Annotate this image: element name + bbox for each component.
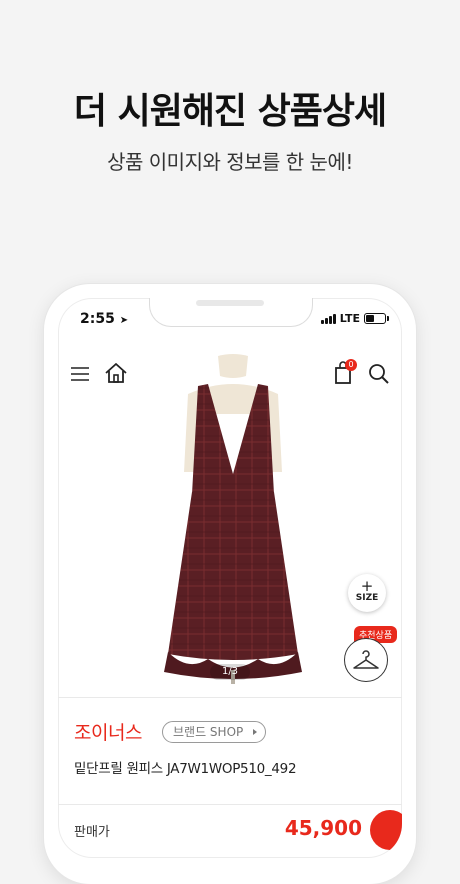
divider (58, 697, 402, 698)
phone-speaker (196, 300, 264, 306)
recommend-button[interactable] (344, 638, 388, 682)
location-arrow-icon: ➤ (119, 315, 129, 326)
status-time-text: 2:55 (80, 311, 115, 327)
price-label: 판매가 (74, 825, 110, 840)
network-label: LTE (339, 312, 360, 325)
price-badge[interactable] (370, 810, 402, 850)
brand-name[interactable]: 조이너스 (74, 718, 142, 745)
search-icon[interactable] (368, 363, 390, 385)
phone-mockup: 2:55 ➤ LTE 0 1/3 + SIZE 추천상품 조이너스 브랜드 SH… (44, 284, 416, 884)
promo-headline: 더 시원해진 상품상세 (73, 91, 387, 132)
promo-subline: 상품 이미지와 정보를 한 눈에! (107, 150, 353, 174)
brand-shop-button[interactable]: 브랜드 SHOP (162, 721, 267, 743)
product-image[interactable] (148, 354, 318, 684)
signal-icon (320, 313, 336, 324)
divider (58, 804, 402, 805)
hanger-icon (353, 650, 379, 669)
image-page-indicator: 1/3 (210, 664, 250, 680)
brand-shop-label: 브랜드 SHOP (173, 725, 244, 739)
size-button[interactable]: + SIZE (348, 574, 386, 612)
size-button-label: SIZE (355, 593, 379, 603)
cart-count-badge: 0 (345, 359, 357, 371)
battery-icon (364, 313, 389, 324)
status-time: 2:55 ➤ (80, 311, 128, 327)
menu-icon[interactable] (70, 364, 90, 384)
status-indicators: LTE (320, 312, 389, 325)
chevron-right-icon (253, 729, 258, 735)
price-value: 45,900 (284, 816, 362, 840)
phone-screen: 2:55 ➤ LTE 0 1/3 + SIZE 추천상품 조이너스 브랜드 SH… (58, 298, 402, 858)
plus-icon: + (360, 577, 374, 595)
home-icon[interactable] (104, 362, 128, 384)
product-name: 밑단프릴 원피스 JA7W1WOP510_492 (74, 761, 297, 777)
